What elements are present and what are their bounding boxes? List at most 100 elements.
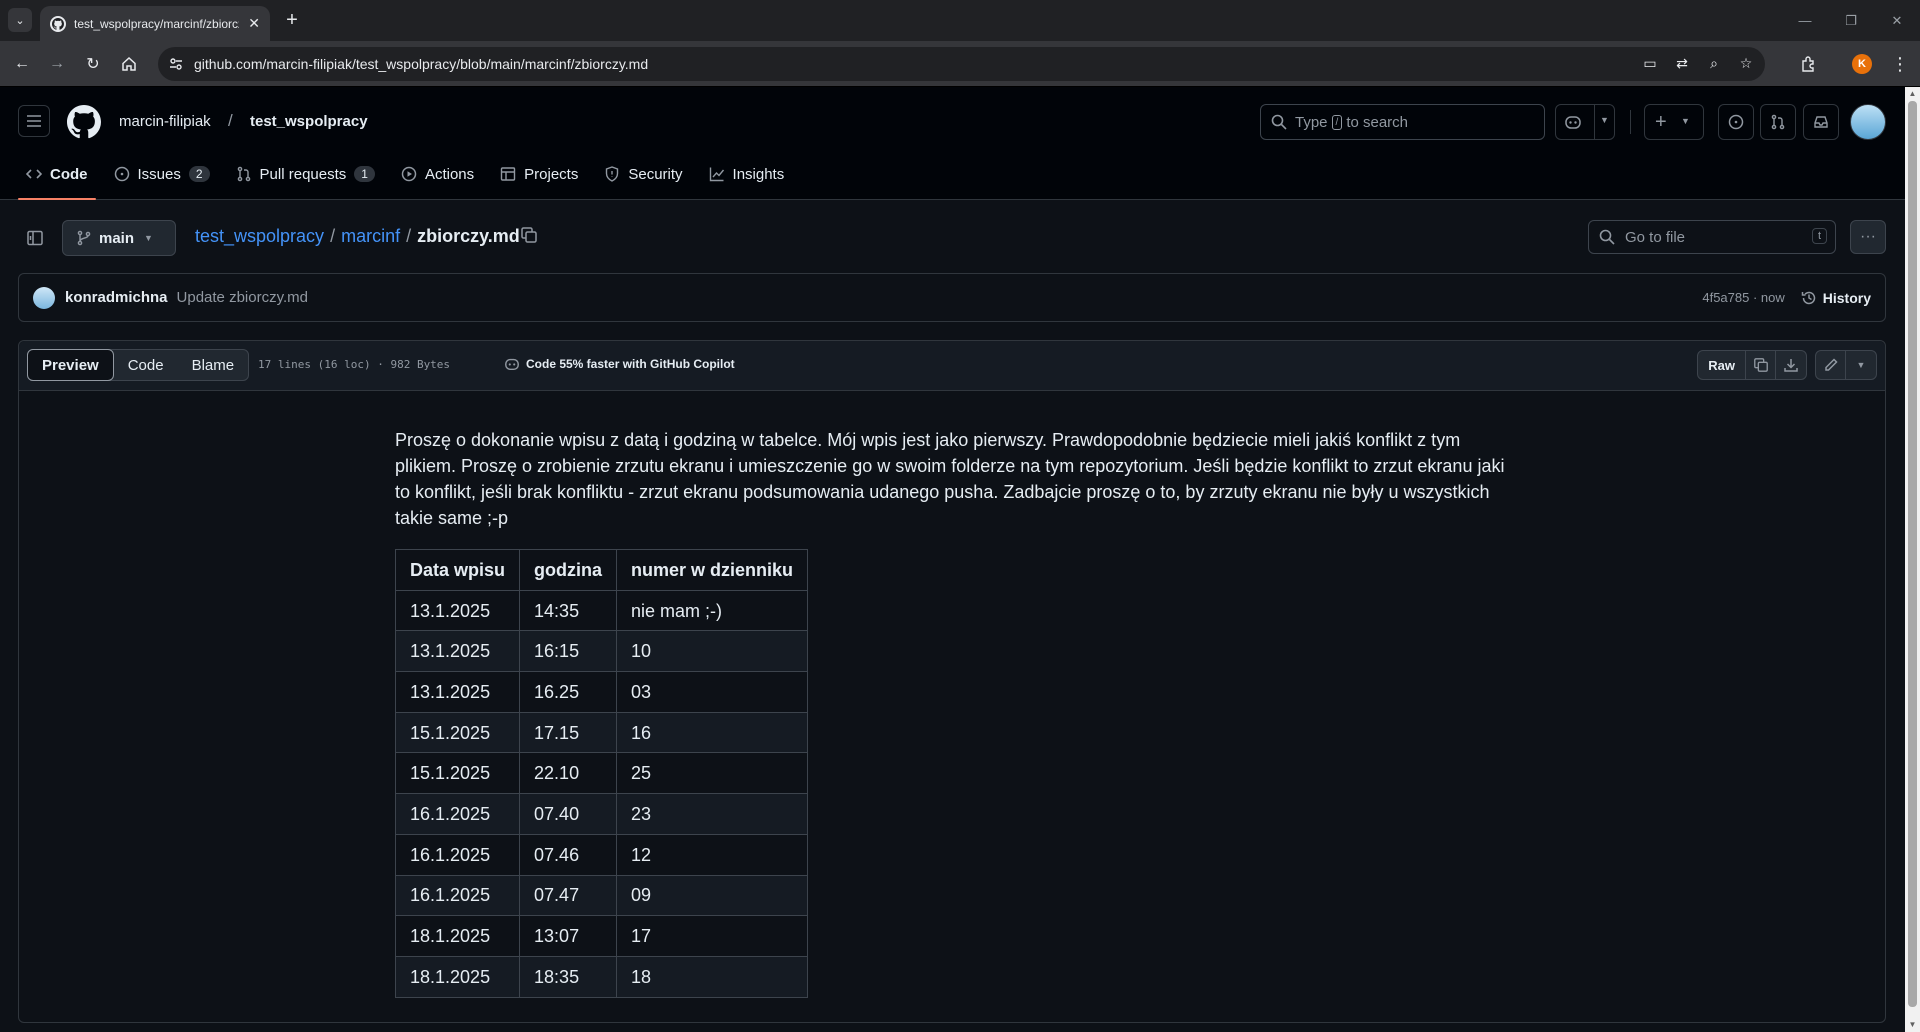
tab-actions[interactable]: Actions	[393, 154, 482, 194]
table-cell: 12	[616, 833, 809, 876]
git-pull-request-icon	[1771, 114, 1785, 130]
restore-icon[interactable]: ❐	[1828, 0, 1874, 41]
branch-selector[interactable]: main ▼	[62, 220, 176, 256]
pencil-icon[interactable]	[1816, 351, 1846, 379]
tab-issues[interactable]: Issues 2	[106, 154, 218, 194]
copilot-icon	[1565, 116, 1581, 129]
history-icon	[1801, 290, 1817, 306]
tab-pull-requests[interactable]: Pull requests 1	[228, 154, 383, 194]
history-button[interactable]: History	[1801, 290, 1871, 306]
back-icon[interactable]: ←	[10, 52, 34, 76]
minimize-icon[interactable]: —	[1782, 0, 1828, 41]
file-name: zbiorczy.md	[417, 226, 520, 246]
table-row: 15.1.2025 17.15 16	[394, 711, 809, 754]
plus-icon: +	[1655, 110, 1667, 133]
repo-navigation: Code Issues 2 Pull requests 1 Actions Pr…	[18, 154, 802, 200]
home-icon[interactable]	[117, 52, 141, 76]
breadcrumb-separator: /	[228, 111, 233, 130]
table-cell: 13.1.2025	[394, 630, 521, 673]
table-cell: 15.1.2025	[394, 752, 521, 795]
go-to-file-placeholder: Go to file	[1625, 228, 1686, 246]
install-app-icon[interactable]: ▭	[1641, 54, 1659, 72]
file-actions: Raw ▼	[1697, 350, 1877, 380]
column-header: numer w dzienniku	[616, 549, 809, 591]
scroll-down-icon[interactable]: ▼	[1908, 1020, 1917, 1030]
reload-icon[interactable]: ↻	[81, 52, 105, 76]
owner-link[interactable]: marcin-filipiak	[119, 113, 211, 130]
edit-dropdown-icon[interactable]: ▼	[1846, 351, 1876, 379]
forward-icon[interactable]: →	[45, 52, 69, 76]
code-view-tab[interactable]: Code	[114, 350, 178, 380]
commit-message[interactable]: Update zbiorczy.md	[177, 289, 308, 306]
profile-avatar[interactable]: K	[1852, 54, 1872, 74]
markdown-body: Proszę o dokonanie wpisu z datą i godzin…	[394, 427, 1515, 998]
shield-icon	[604, 166, 620, 182]
table-cell: 17.15	[519, 711, 618, 754]
zoom-icon[interactable]: ⌕	[1705, 54, 1723, 72]
tab-insights[interactable]: Insights	[701, 154, 793, 194]
download-icon[interactable]	[1776, 351, 1806, 379]
browser-tab[interactable]: test_wspolpracy/marcinf/zbiorczy.md ✕	[40, 6, 270, 41]
blame-tab[interactable]: Blame	[178, 350, 249, 380]
column-header: Data wpisu	[394, 549, 521, 591]
copy-raw-icon[interactable]	[1746, 351, 1776, 379]
translate-icon[interactable]: ⇄	[1673, 54, 1691, 72]
copilot-dropdown-icon[interactable]: ▼	[1600, 115, 1609, 125]
search-input[interactable]: Type / to search	[1260, 104, 1545, 140]
new-tab-button[interactable]: +	[280, 8, 304, 32]
hamburger-menu-icon[interactable]	[18, 105, 50, 137]
tab-close-icon[interactable]: ✕	[248, 15, 260, 32]
history-label: History	[1822, 289, 1871, 306]
github-favicon-icon	[50, 15, 66, 32]
more-options-icon[interactable]: ···	[1850, 220, 1886, 254]
tab-insights-label: Insights	[732, 165, 785, 183]
github-logo-icon[interactable]	[67, 105, 101, 139]
window-close-icon[interactable]: ✕	[1874, 0, 1920, 41]
copilot-button[interactable]: ▼	[1555, 104, 1615, 140]
table-cell: 16.1.2025	[394, 793, 521, 835]
bookmark-star-icon[interactable]: ☆	[1737, 54, 1755, 72]
issues-icon-button[interactable]	[1718, 104, 1754, 140]
site-settings-icon[interactable]	[168, 56, 184, 72]
tab-search-button[interactable]: ⌄	[8, 8, 32, 32]
scroll-up-icon[interactable]: ▲	[1908, 89, 1917, 99]
scrollbar-thumb[interactable]	[1908, 101, 1917, 1007]
table-row: 16.1.2025 07.47 09	[394, 874, 809, 917]
search-shortcut-key: /	[1331, 114, 1343, 130]
breadcrumb-repo-link[interactable]: test_wspolpracy	[195, 226, 324, 247]
preview-tab[interactable]: Preview	[27, 349, 114, 381]
table-row: 13.1.2025 16:15 10	[394, 630, 809, 673]
table-cell: 16:15	[519, 630, 618, 673]
tab-security[interactable]: Security	[596, 154, 690, 194]
copy-path-icon[interactable]	[520, 226, 538, 244]
table-row: 18.1.2025 18:35 18	[394, 955, 809, 998]
tab-title: test_wspolpracy/marcinf/zbiorczy.md	[74, 16, 239, 31]
table-cell: 13:07	[519, 915, 618, 957]
commit-meta[interactable]: 4f5a785 · now	[1702, 290, 1784, 305]
edit-actions-group: ▼	[1815, 350, 1877, 380]
browser-menu-icon[interactable]: ⋮	[1888, 52, 1912, 76]
file-toolbar: Preview Code Blame 17 lines (16 loc) · 9…	[19, 341, 1885, 391]
commit-author[interactable]: konradmichna	[65, 289, 168, 306]
address-bar[interactable]: github.com/marcin-filipiak/test_wspolpra…	[158, 47, 1765, 81]
user-avatar[interactable]	[1850, 104, 1886, 140]
table-row: 13.1.2025 14:35 nie mam ;-)	[394, 589, 809, 632]
table-body: 13.1.2025 14:35 nie mam ;-) 13.1.2025 16:15 1…	[394, 589, 809, 998]
breadcrumb-folder-link[interactable]: marcinf	[341, 226, 400, 247]
tab-projects[interactable]: Projects	[492, 154, 586, 194]
commit-author-avatar[interactable]	[33, 286, 55, 309]
tab-code[interactable]: Code	[18, 154, 96, 200]
sidebar-collapse-icon[interactable]	[18, 221, 52, 255]
pull-requests-icon-button[interactable]	[1760, 104, 1796, 140]
go-to-file-input[interactable]: Go to file t	[1588, 220, 1836, 254]
inbox-icon-button[interactable]	[1803, 104, 1839, 140]
view-mode-switcher: Preview Code Blame	[27, 349, 250, 381]
table-cell: 16	[616, 711, 809, 754]
extensions-icon[interactable]	[1797, 52, 1821, 76]
repo-link[interactable]: test_wspolpracy	[250, 113, 368, 130]
raw-button[interactable]: Raw	[1698, 351, 1746, 379]
copilot-promo-link[interactable]: Code 55% faster with GitHub Copilot	[504, 356, 735, 372]
play-icon	[401, 166, 417, 182]
create-new-button[interactable]: + ▼	[1644, 104, 1704, 140]
page-scrollbar[interactable]: ▲ ▼	[1905, 87, 1920, 1032]
